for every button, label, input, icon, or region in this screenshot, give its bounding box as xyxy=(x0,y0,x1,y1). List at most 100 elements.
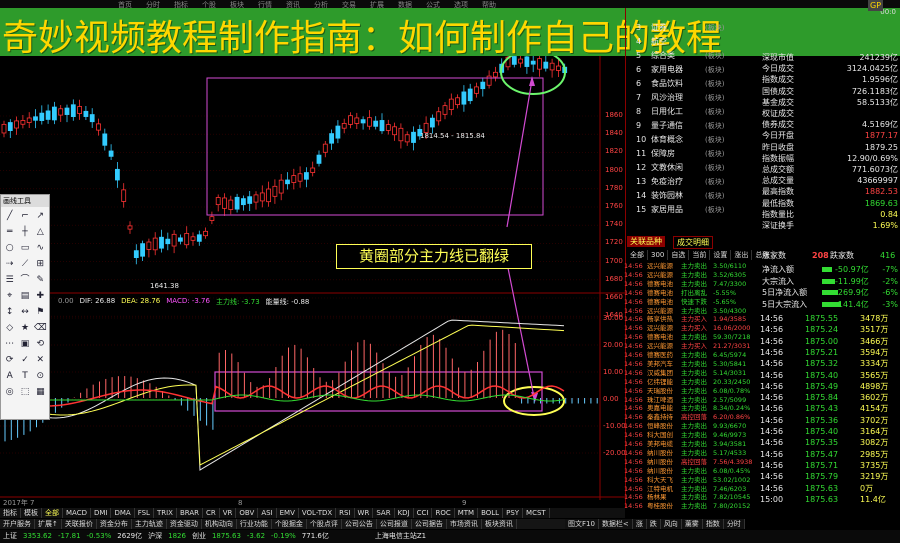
right-bottom-tab[interactable]: 数据栏< xyxy=(599,519,633,529)
function-tab[interactable]: 资金驱动 xyxy=(167,519,202,529)
draw-tool-icon[interactable]: A xyxy=(3,369,16,383)
function-tab[interactable]: 个股掘金 xyxy=(272,519,307,529)
draw-tool-icon[interactable]: ↗ xyxy=(34,209,47,223)
indicator-tab[interactable]: VOL-TDX xyxy=(299,508,337,518)
flow-row[interactable]: 14:56 科大国创 主力卖出 9.46/9973 xyxy=(624,431,759,440)
flow-row[interactable]: 14:56 纳川股份 高控回落 7.56/4.3938 xyxy=(624,458,759,467)
flow-row[interactable]: 14:56 纳川股份 主力卖出 6.08/0.45% xyxy=(624,467,759,476)
draw-tool-icon[interactable]: ▭ xyxy=(18,241,31,255)
indicator-tab[interactable]: SAR xyxy=(373,508,395,518)
indicator-tab[interactable]: MCST xyxy=(523,508,550,518)
flow-row[interactable]: 14:56 德赛电池 主力卖出 59.30/7218 xyxy=(624,333,759,342)
drawing-toolbox[interactable]: 画线工具 ╱ ⌐ ↗ ═ ┼ △ ○ ▭ ∿ ⇢ ⟋ ⊞ ☰ ⌒ ✎ ⌖ ▤ ✚ ↕ ↔ ⚑ ◇ ★ ⌫ ⋯ ▣ ⟲ ⟳ ✓ ✕ A T ⊙ ◎ ⬚… xyxy=(0,194,50,420)
draw-tool-icon[interactable]: ✕ xyxy=(34,353,47,367)
indicator-tab[interactable]: CCI xyxy=(414,508,433,518)
function-tab[interactable]: 公司据告 xyxy=(412,519,447,529)
draw-tool-icon[interactable]: ⌖ xyxy=(3,289,16,303)
sector-name[interactable]: 量子通信 xyxy=(651,120,683,131)
indicator-tab[interactable]: KDJ xyxy=(395,508,414,518)
function-tab[interactable]: 公司报道 xyxy=(377,519,412,529)
flow-header-tab[interactable]: 自选 xyxy=(668,250,690,260)
draw-tool-icon[interactable]: ⌒ xyxy=(18,273,31,287)
right-bottom-tab[interactable]: 分时 xyxy=(724,519,745,529)
sector-name[interactable]: 食品饮料 xyxy=(651,78,683,89)
flow-row[interactable]: 14:56 粤桂股份 主力卖出 7.80/20152 xyxy=(624,502,759,511)
function-tab[interactable]: 开户服务 xyxy=(0,519,35,529)
indicator-tab[interactable]: FSL xyxy=(135,508,154,518)
flow-row[interactable]: 14:56 天瑞股份 主力卖出 6.08/0.78% xyxy=(624,387,759,396)
flow-row[interactable]: 14:56 汉威集团 主力卖出 5.14/3031 xyxy=(624,369,759,378)
draw-tool-icon[interactable]: ⟲ xyxy=(34,337,47,351)
sector-name[interactable]: 家用电器 xyxy=(651,64,683,75)
right-bottom-tab[interactable]: 指数 xyxy=(703,519,724,529)
indicator-tab[interactable]: ASI xyxy=(258,508,277,518)
draw-tool-icon[interactable]: △ xyxy=(34,225,47,239)
sector-name[interactable]: 证券 xyxy=(651,22,667,33)
flow-row[interactable]: 14:56 远兴能源 主力买入 16.06/2000 xyxy=(624,324,759,333)
draw-tool-icon[interactable]: ⊞ xyxy=(34,257,47,271)
indicator-tab[interactable]: PSY xyxy=(503,508,524,518)
flow-row[interactable]: 14:56 德赛电池 主力卖出 7.47/3300 xyxy=(624,280,759,289)
flow-row[interactable]: 14:56 德赛电池 打出离乱 -5.55% xyxy=(624,289,759,298)
draw-tool-icon[interactable]: ╱ xyxy=(3,209,16,223)
draw-tool-icon[interactable]: ✚ xyxy=(34,289,47,303)
sector-name[interactable]: 装饰园林 xyxy=(651,190,683,201)
right-bottom-tab[interactable]: 风向 xyxy=(661,519,682,529)
sector-name[interactable]: 风沙治理 xyxy=(651,92,683,103)
function-tab[interactable]: 资金分布 xyxy=(97,519,132,529)
indicator-tab[interactable]: 模板 xyxy=(21,508,42,518)
sector-name[interactable]: 免疫治疗 xyxy=(651,176,683,187)
flow-header-tab[interactable]: 当前 xyxy=(689,250,711,260)
draw-tool-icon[interactable]: ◇ xyxy=(3,321,16,335)
draw-tool-icon[interactable]: ★ xyxy=(18,321,31,335)
draw-tool-icon[interactable]: ⊙ xyxy=(34,369,47,383)
draw-tool-icon[interactable]: ═ xyxy=(3,225,16,239)
draw-tool-icon[interactable]: ⬚ xyxy=(18,385,31,399)
flow-row[interactable]: 14:56 美邦电缆 主力卖出 3.94/3581 xyxy=(624,440,759,449)
draw-tool-icon[interactable]: ⚑ xyxy=(34,305,47,319)
flow-row[interactable]: 14:56 纳川股份 主力卖出 5.17/4533 xyxy=(624,449,759,458)
draw-tool-icon[interactable]: T xyxy=(18,369,31,383)
sector-name[interactable]: 体育概念 xyxy=(651,134,683,145)
sector-name[interactable]: 保障房 xyxy=(651,148,675,159)
function-tab[interactable]: 机构动向 xyxy=(202,519,237,529)
indicator-tab[interactable]: MACD xyxy=(63,508,91,518)
function-tab[interactable]: 板块资讯 xyxy=(482,519,517,529)
right-bottom-tab[interactable]: 涨 xyxy=(633,519,647,529)
function-tab[interactable]: 主力轨迹 xyxy=(132,519,167,529)
draw-tool-icon[interactable]: ⟳ xyxy=(3,353,16,367)
draw-tool-icon[interactable]: ◎ xyxy=(3,385,16,399)
tab-related[interactable]: 关联品种 xyxy=(627,236,665,247)
draw-tool-icon[interactable]: ▣ xyxy=(18,337,31,351)
indicator-tab[interactable]: DMI xyxy=(91,508,112,518)
indicator-tab[interactable]: EMV xyxy=(277,508,299,518)
flow-row[interactable]: 14:56 美邦汽车 主力卖出 5.30/5841 xyxy=(624,360,759,369)
draw-tool-icon[interactable]: ⟋ xyxy=(18,257,31,271)
draw-tool-icon[interactable]: ☰ xyxy=(3,273,16,287)
draw-tool-icon[interactable]: ↕ xyxy=(3,305,16,319)
flow-row[interactable]: 14:56 科大天飞 主力卖出 53.02/1002 xyxy=(624,476,759,485)
flow-header-tab[interactable]: 全部 xyxy=(627,250,648,260)
draw-tool-icon[interactable]: ⇢ xyxy=(3,257,16,271)
flow-header-tab[interactable]: 设置 xyxy=(710,250,732,260)
function-tab[interactable]: 扩展↑ xyxy=(35,519,62,529)
flow-row[interactable]: 14:56 德赛电池 快速下跌 -5.65% xyxy=(624,298,759,307)
function-tab[interactable]: 个股点评 xyxy=(307,519,342,529)
sector-name[interactable]: 日用化工 xyxy=(651,106,683,117)
right-bottom-tab[interactable]: 跌 xyxy=(647,519,661,529)
indicator-tab[interactable]: WR xyxy=(355,508,374,518)
flow-header-tab[interactable]: 300 xyxy=(648,250,669,260)
sector-name[interactable]: 家居用品 xyxy=(651,204,683,215)
flow-row[interactable]: 14:56 恒峰股份 主力卖出 9.93/6670 xyxy=(624,422,759,431)
draw-tool-icon[interactable]: ⋯ xyxy=(3,337,16,351)
indicator-tab[interactable]: VR xyxy=(220,508,237,518)
indicator-tab[interactable]: OBV xyxy=(236,508,259,518)
indicator-tab[interactable]: ROC xyxy=(432,508,455,518)
indicator-tab[interactable]: MTM xyxy=(455,508,479,518)
draw-tool-icon[interactable]: ✎ xyxy=(34,273,47,287)
indicator-tab[interactable]: CR xyxy=(203,508,220,518)
draw-tool-icon[interactable]: ⌫ xyxy=(34,321,47,335)
indicator-tab[interactable]: DMA xyxy=(111,508,135,518)
draw-tool-icon[interactable]: ▤ xyxy=(18,289,31,303)
flow-row[interactable]: 14:56 秦鑫持持 高控回落 6.20/0.86% xyxy=(624,413,759,422)
